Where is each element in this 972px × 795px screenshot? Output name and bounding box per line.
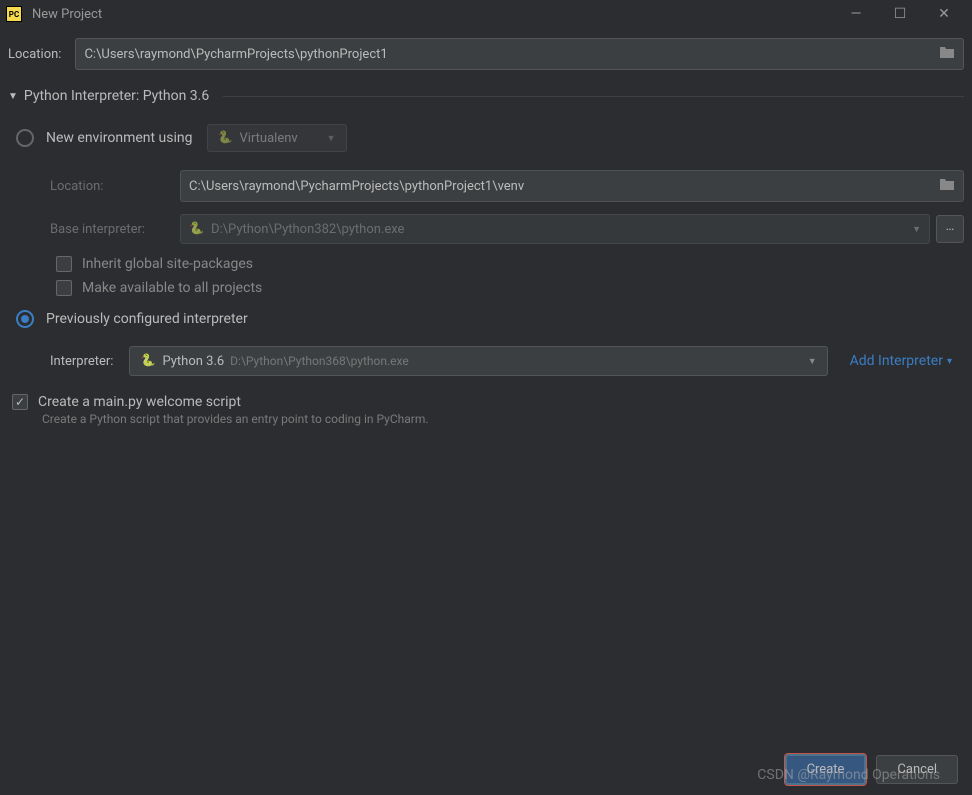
- make-available-label: Make available to all projects: [82, 280, 262, 296]
- add-interpreter-link[interactable]: Add Interpreter ▾: [850, 353, 952, 369]
- titlebar: PC New Project — ☐ ✕: [0, 0, 972, 28]
- inherit-checkbox[interactable]: [56, 256, 72, 272]
- chevron-down-icon: ▾: [947, 356, 952, 367]
- interpreter-row: Interpreter: Python 3.6 D:\Python\Python…: [50, 346, 964, 376]
- env-location-value: C:\Users\raymond\PycharmProjects\pythonP…: [189, 179, 524, 194]
- new-env-radio-row: New environment using Virtualenv ▼: [16, 124, 964, 152]
- python-icon: [218, 130, 234, 146]
- create-button[interactable]: Create: [785, 754, 867, 785]
- separator-line: [223, 96, 964, 97]
- main-script-label: Create a main.py welcome script: [38, 394, 241, 410]
- maximize-icon[interactable]: ☐: [888, 6, 912, 22]
- prev-conf-radio-row: Previously configured interpreter: [16, 310, 964, 328]
- chevron-down-icon[interactable]: ▼: [8, 91, 18, 102]
- main-script-checkbox[interactable]: [12, 394, 28, 410]
- location-label: Location:: [8, 47, 61, 62]
- folder-icon[interactable]: [939, 45, 955, 63]
- python-icon: [140, 353, 156, 369]
- cancel-button[interactable]: Cancel: [876, 755, 958, 784]
- base-interp-label: Base interpreter:: [50, 222, 180, 237]
- folder-icon[interactable]: [939, 177, 955, 195]
- main-script-hint: Create a Python script that provides an …: [42, 412, 964, 426]
- footer: Create Cancel: [785, 754, 958, 785]
- chevron-down-icon: ▼: [327, 133, 336, 144]
- close-icon[interactable]: ✕: [932, 6, 956, 22]
- main-script-row: Create a main.py welcome script: [12, 394, 964, 410]
- env-type-dropdown[interactable]: Virtualenv ▼: [207, 124, 347, 152]
- window-title: New Project: [32, 7, 102, 22]
- inherit-label: Inherit global site-packages: [82, 256, 253, 272]
- interpreter-collapse-header[interactable]: ▼ Python Interpreter: Python 3.6: [8, 88, 964, 104]
- prev-conf-label: Previously configured interpreter: [46, 311, 248, 327]
- location-row: Location: C:\Users\raymond\PycharmProjec…: [8, 38, 964, 70]
- interpreter-label: Interpreter:: [50, 354, 113, 369]
- interpreter-path: D:\Python\Python368\python.exe: [230, 354, 409, 368]
- chevron-down-icon: ▼: [808, 356, 817, 367]
- python-icon: [189, 221, 205, 237]
- chevron-down-icon: ▼: [912, 224, 921, 235]
- new-env-section: Location: C:\Users\raymond\PycharmProjec…: [50, 170, 964, 296]
- base-interp-dropdown[interactable]: D:\Python\Python382\python.exe ▼: [180, 214, 930, 244]
- env-location-label: Location:: [50, 179, 180, 194]
- new-env-radio[interactable]: [16, 129, 34, 147]
- base-interp-value: D:\Python\Python382\python.exe: [211, 222, 404, 237]
- make-available-checkbox[interactable]: [56, 280, 72, 296]
- interpreter-header-label: Python Interpreter: Python 3.6: [24, 88, 209, 104]
- env-location-input[interactable]: C:\Users\raymond\PycharmProjects\pythonP…: [180, 170, 964, 202]
- window-controls: — ☐ ✕: [844, 6, 966, 22]
- new-env-label: New environment using: [46, 130, 193, 146]
- interpreter-name: Python 3.6: [162, 354, 224, 369]
- interpreter-dropdown[interactable]: Python 3.6 D:\Python\Python368\python.ex…: [129, 346, 827, 376]
- location-value: C:\Users\raymond\PycharmProjects\pythonP…: [84, 47, 387, 62]
- app-icon: PC: [6, 6, 22, 22]
- browse-button[interactable]: …: [936, 215, 964, 243]
- prev-conf-radio[interactable]: [16, 310, 34, 328]
- env-type-value: Virtualenv: [240, 131, 298, 146]
- location-input[interactable]: C:\Users\raymond\PycharmProjects\pythonP…: [75, 38, 964, 70]
- add-interpreter-label: Add Interpreter: [850, 353, 943, 369]
- minimize-icon[interactable]: —: [844, 6, 868, 22]
